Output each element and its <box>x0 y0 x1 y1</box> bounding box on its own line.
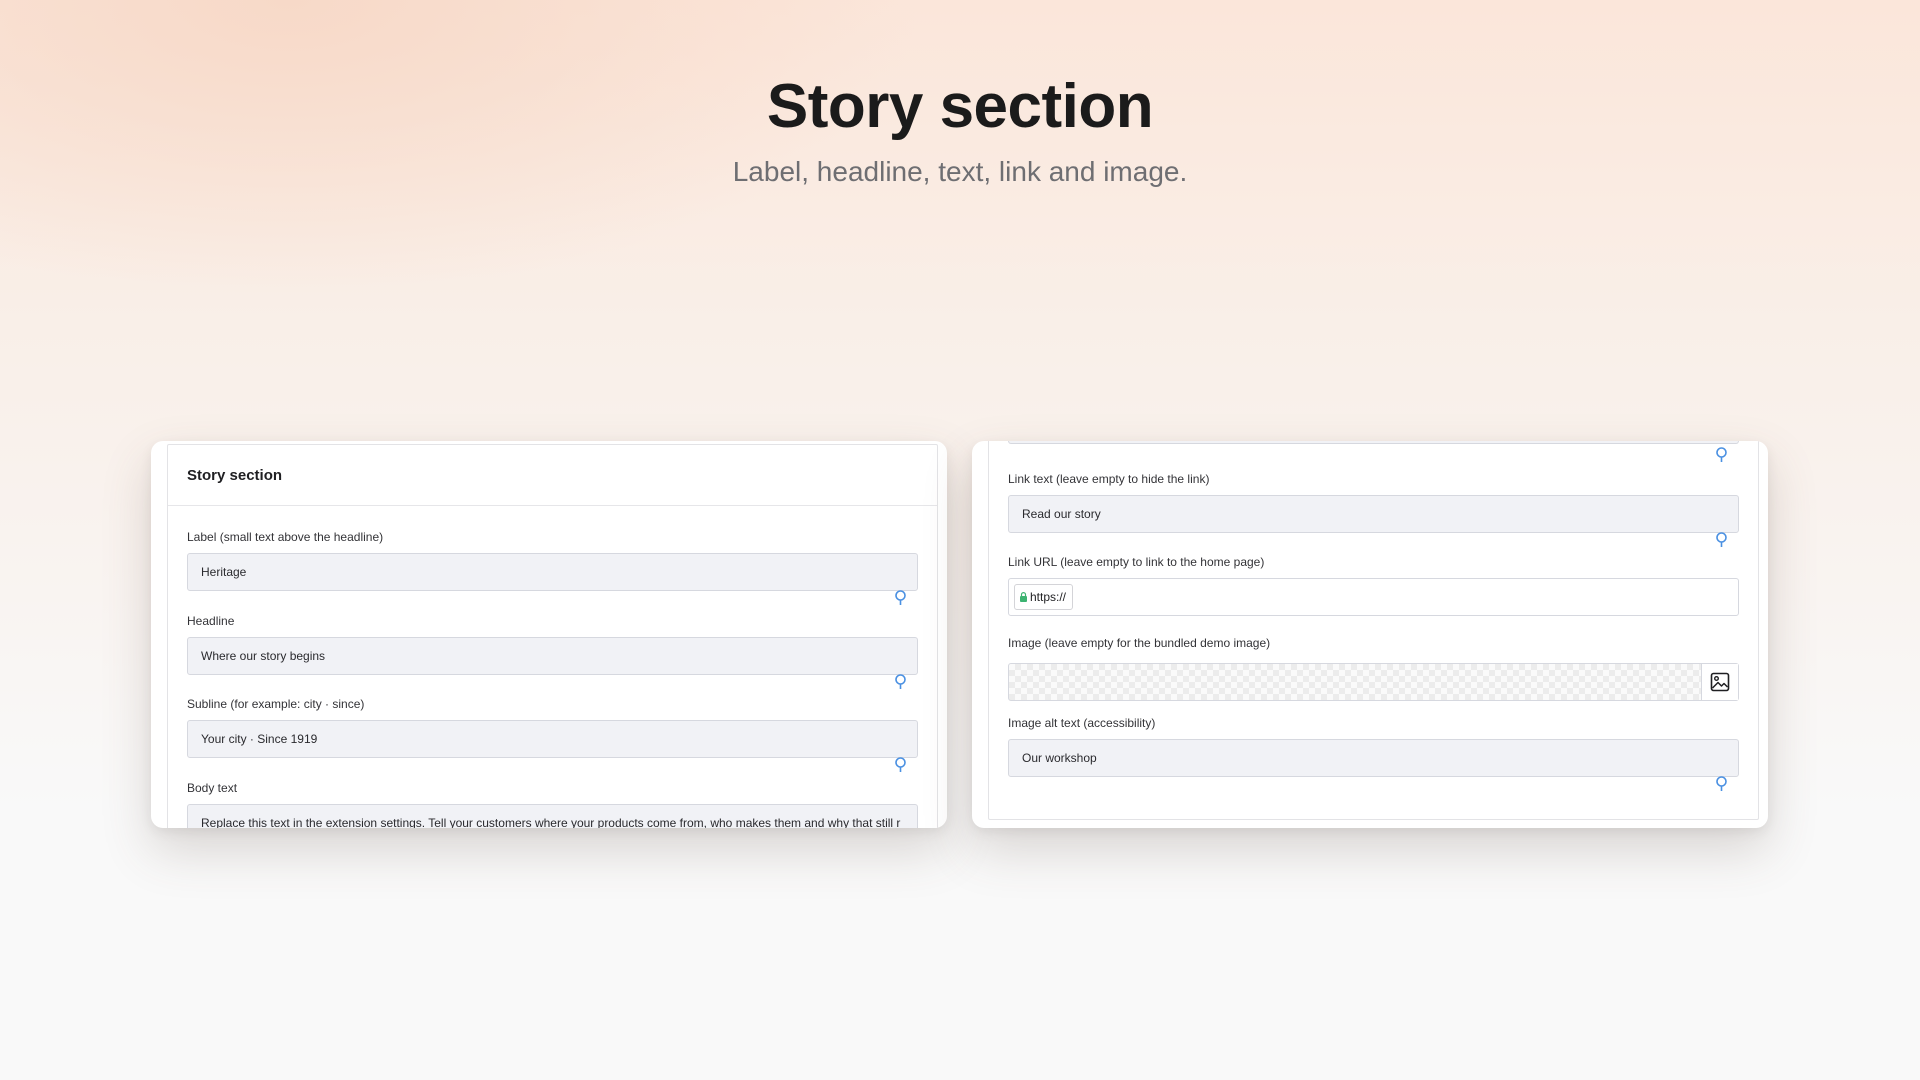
label-field-label: Label (small text above the headline) <box>187 530 384 544</box>
body-text-input[interactable]: Replace this text in the extension setti… <box>187 804 918 828</box>
translate-drop-icon[interactable] <box>895 674 906 690</box>
body-text-field: Body text Replace this text in the exten… <box>187 780 918 828</box>
subline-field-label: Subline (for example: city · since) <box>187 697 365 711</box>
settings-panel-continued: Link text (leave empty to hide the link)… <box>988 441 1759 820</box>
link-text-input[interactable]: Read our story <box>1008 495 1739 533</box>
panel-title: Story section <box>187 467 283 484</box>
panel-header: Story section <box>168 445 937 506</box>
body-text-field-label: Body text <box>187 781 238 795</box>
translate-drop-icon[interactable] <box>1716 532 1727 548</box>
image-alt-field: Image alt text (accessibility) Our works… <box>1008 715 1739 791</box>
url-protocol-prefix: https:// <box>1014 584 1074 610</box>
translate-drop-icon[interactable] <box>1716 447 1727 463</box>
previous-input-edge[interactable] <box>1008 441 1739 444</box>
choose-image-button[interactable] <box>1701 664 1738 700</box>
url-prefix-label: https:// <box>1030 590 1067 604</box>
hero: Story section Label, headline, text, lin… <box>0 0 1920 190</box>
page-subtitle: Label, headline, text, link and image. <box>732 156 1188 187</box>
label-input[interactable]: Heritage <box>187 553 918 591</box>
settings-card-right: Link text (leave empty to hide the link)… <box>972 441 1768 828</box>
subline-input[interactable]: Your city · Since 1919 <box>187 720 918 758</box>
settings-card-left: Story section Label (small text above th… <box>151 441 947 828</box>
image-field: Image (leave empty for the bundled demo … <box>1008 635 1739 701</box>
link-text-field-label: Link text (leave empty to hide the link) <box>1008 472 1210 486</box>
translate-drop-icon[interactable] <box>895 757 906 773</box>
link-text-field: Link text (leave empty to hide the link)… <box>1008 471 1739 547</box>
page-title: Story section <box>766 72 1154 141</box>
image-alt-input[interactable]: Our workshop <box>1008 739 1739 777</box>
headline-input[interactable]: Where our story begins <box>187 637 918 675</box>
image-picker[interactable] <box>1008 663 1739 701</box>
image-icon <box>1710 672 1730 692</box>
link-url-field-label: Link URL (leave empty to link to the hom… <box>1008 555 1265 569</box>
label-field: Label (small text above the headline) He… <box>187 529 918 605</box>
headline-field: Headline Where our story begins <box>187 613 918 689</box>
link-url-input[interactable]: https:// <box>1008 578 1739 616</box>
subline-field: Subline (for example: city · since) Your… <box>187 696 918 772</box>
settings-panel: Story section Label (small text above th… <box>167 444 938 828</box>
link-url-field: Link URL (leave empty to link to the hom… <box>1008 554 1739 616</box>
lock-icon <box>1020 592 1027 602</box>
image-field-label: Image (leave empty for the bundled demo … <box>1008 636 1271 650</box>
headline-field-label: Headline <box>187 614 235 628</box>
image-alt-field-label: Image alt text (accessibility) <box>1008 716 1156 730</box>
translate-drop-icon[interactable] <box>895 590 906 606</box>
translate-drop-icon[interactable] <box>1716 776 1727 792</box>
